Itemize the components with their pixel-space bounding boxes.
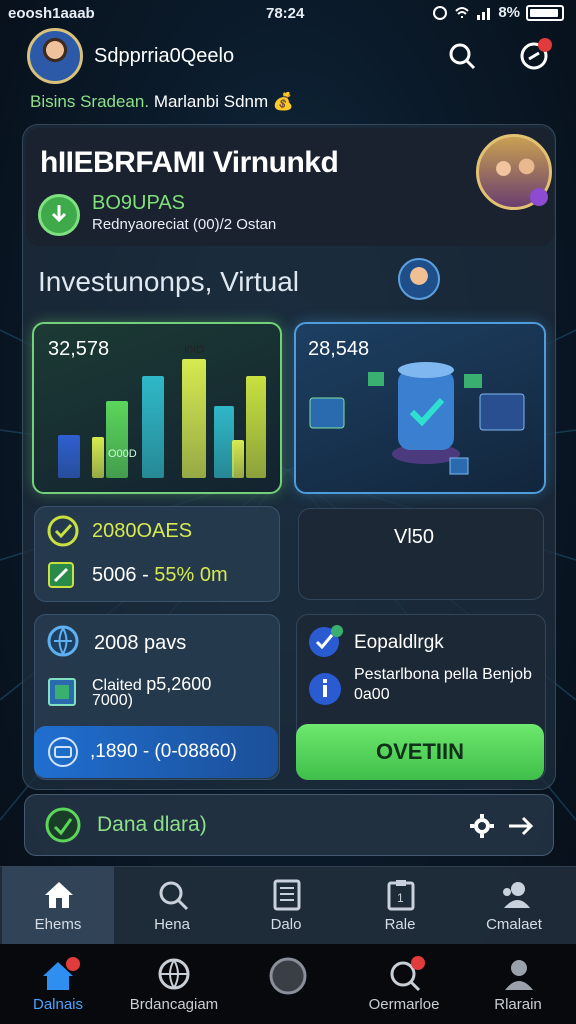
- money-icon: 💰: [272, 92, 295, 111]
- arrow-right-icon[interactable]: [507, 813, 535, 839]
- chart-bar: [232, 440, 244, 478]
- exchange-line-1: Pestarlbona pella Benjob: [354, 666, 532, 683]
- bottom-nav-center[interactable]: [230, 944, 346, 1024]
- carrier-text: eoosh1aaab: [8, 5, 95, 22]
- income-line: 5006 - 55% 0m: [92, 564, 228, 587]
- username: Sdpprria0Qeelo: [94, 45, 235, 67]
- battery-percent: 8%: [498, 4, 520, 21]
- income-separator: -: [142, 564, 149, 586]
- success-check-icon: [38, 194, 80, 236]
- status-icons: 8%: [432, 4, 564, 21]
- data-settings-label: Dana dlara): [97, 813, 207, 836]
- chart-inner-label-2: O00D: [108, 448, 137, 460]
- app-header: Sdpprria0Qeelo: [0, 26, 576, 92]
- tab-reports[interactable]: 1 Rale: [344, 866, 456, 944]
- bottom-nav-home[interactable]: Dalnais: [0, 944, 116, 1024]
- advisor-avatar[interactable]: [398, 258, 440, 300]
- income-amount: 5006: [92, 564, 137, 586]
- payments-amount: p5,2600: [146, 674, 212, 694]
- welcome-white: Marlanbi Sdnm: [153, 92, 269, 111]
- payments-line-2: 7000): [92, 692, 133, 709]
- tab-home-label: Ehems: [34, 916, 82, 933]
- user-icon: [505, 960, 533, 990]
- avatar[interactable]: [27, 28, 83, 84]
- info-icon: [309, 673, 341, 705]
- chart-bar: [58, 435, 80, 478]
- gear-icon[interactable]: [469, 813, 495, 839]
- wallet-icon: [48, 737, 78, 767]
- page-title: hIIEBRFAMI Virnunkd: [40, 146, 339, 179]
- search-icon: [390, 956, 425, 992]
- bottom-nav-search[interactable]: Oermarloe: [346, 944, 462, 1024]
- bottom-nav-profile[interactable]: Rlarain: [460, 944, 576, 1024]
- tab-documents[interactable]: Dalo: [230, 866, 342, 944]
- exchange-line-2: 0a00: [354, 686, 390, 703]
- tab-contacts-label: Cmalaet: [486, 916, 542, 933]
- secure-vault-illustration: [309, 362, 525, 475]
- open-button[interactable]: OVETIIN: [296, 724, 544, 780]
- chart-bar: [92, 437, 104, 478]
- record-icon: [269, 957, 307, 995]
- search-button[interactable]: [442, 36, 482, 76]
- payments-title: 2008 pavs: [94, 632, 187, 654]
- battery-icon: [526, 4, 564, 21]
- signal-icon: [477, 7, 491, 20]
- tab-search[interactable]: Hena: [116, 866, 228, 944]
- bottom-nav-profile-label: Rlarain: [494, 996, 542, 1013]
- edit-icon: [48, 562, 74, 588]
- clock: 78:24: [266, 5, 305, 22]
- data-settings-button[interactable]: Dana dlara): [24, 794, 554, 856]
- shield-check-icon: [45, 807, 81, 843]
- balance-title: Vl50: [394, 526, 435, 548]
- chart-bar: [214, 406, 234, 478]
- home-icon: [43, 957, 80, 990]
- alarm-icon: [433, 5, 448, 20]
- chart-inner-label: I0ID: [184, 344, 205, 356]
- exchange-title: Eopaldlrgk: [354, 632, 444, 653]
- notification-badge: [538, 38, 552, 52]
- tab-documents-label: Dalo: [270, 916, 302, 933]
- income-title: 2080OAES: [92, 520, 193, 542]
- welcome-green: Bisins Sradean.: [30, 92, 150, 111]
- document-icon: [273, 879, 301, 911]
- chart-bar: [246, 376, 266, 478]
- tab-home[interactable]: Ehems: [2, 866, 114, 944]
- home-icon: [45, 882, 73, 908]
- chart-bar: [142, 376, 164, 478]
- section-title: Investunonps, Virtual: [38, 266, 299, 297]
- chart-bar: [106, 401, 128, 478]
- search-icon: [159, 881, 189, 911]
- welcome-line: Bisins Sradean. Marlanbi Sdnm 💰: [30, 92, 294, 112]
- summary-description: Rednyaoreciat (00)/2 Ostan: [92, 216, 277, 233]
- document-icon: [48, 678, 76, 706]
- globe-icon: [158, 958, 190, 990]
- bottom-nav-global[interactable]: Brdancagiam: [116, 944, 232, 1024]
- wifi-icon: [455, 6, 470, 18]
- users-icon: [503, 882, 530, 908]
- verified-icon: [309, 625, 343, 657]
- search-icon: [449, 43, 476, 70]
- tab-search-label: Hena: [154, 916, 190, 933]
- check-badge-icon: [47, 515, 79, 547]
- bottom-nav-search-label: Oermarloe: [368, 996, 440, 1013]
- clipboard-icon: 1: [387, 880, 415, 911]
- payments-range-button[interactable]: ,1890 - (0-08860): [34, 726, 278, 778]
- bottom-nav-global-label: Brdancagiam: [129, 996, 219, 1013]
- globe-icon: [47, 625, 79, 657]
- payments-range-label: ,1890 - (0-08860): [90, 741, 237, 762]
- notifications-button[interactable]: [514, 36, 554, 76]
- balance-card[interactable]: [298, 508, 544, 600]
- tab-contacts[interactable]: Cmalaet: [458, 866, 570, 944]
- svg-text:1: 1: [397, 891, 404, 905]
- summary-amount: BO9UPAS: [92, 192, 185, 214]
- chart-value: 32,578: [48, 338, 110, 360]
- chart-bar: [182, 359, 206, 478]
- tab-reports-label: Rale: [384, 916, 416, 933]
- income-percent: 55% 0m: [154, 564, 228, 586]
- open-button-label: OVETIIN: [375, 739, 464, 764]
- bottom-nav-home-label: Dalnais: [32, 996, 84, 1013]
- status-bar: eoosh1aaab 78:24 8%: [0, 0, 576, 28]
- couple-status-icon: [530, 188, 548, 206]
